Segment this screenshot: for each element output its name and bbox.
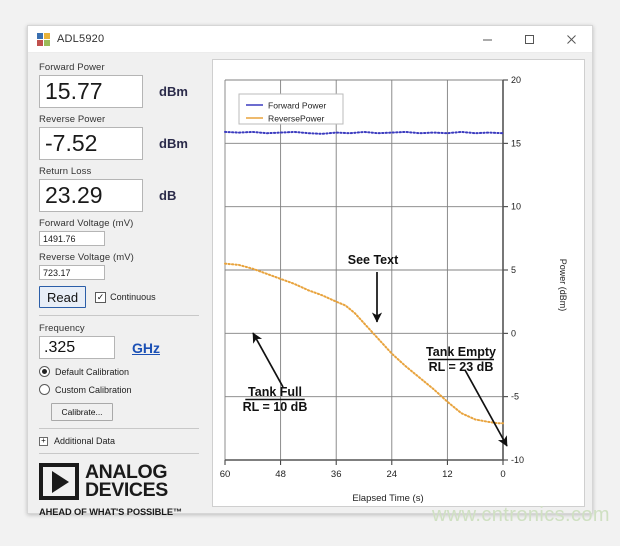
chart-area: -10 -5 0 5 10 15 20 60 48 36 24 12 0 Tank Full RL = 1…	[208, 53, 592, 515]
continuous-label: Continuous	[110, 292, 156, 302]
forward-power-unit: dBm	[159, 84, 188, 99]
divider	[39, 428, 199, 429]
default-calibration-radio[interactable]: Default Calibration	[39, 366, 208, 377]
reverse-voltage-value: 723.17	[39, 265, 105, 280]
frequency-row: .325 GHz	[39, 336, 208, 359]
svg-text:36: 36	[331, 469, 342, 480]
logo-wordmark: ANALOG DEVICES	[85, 462, 168, 501]
chart-panel: -10 -5 0 5 10 15 20 60 48 36 24 12 0 Tank Full RL = 1…	[212, 59, 585, 507]
custom-calibration-label: Custom Calibration	[55, 384, 132, 395]
site-watermark: www.cntronics.com	[432, 504, 610, 526]
annotation-tank-empty-line2: RL = 23 dB	[429, 360, 494, 374]
calibrate-button[interactable]: Calibrate...	[51, 403, 113, 421]
legend-label-1: ReversePower	[268, 113, 324, 123]
read-row: Read ✓ Continuous	[39, 286, 208, 308]
reverse-power-value: -7.52	[39, 127, 143, 160]
divider	[39, 315, 199, 316]
y-axis-label: Power (dBm)	[558, 259, 568, 312]
chart-annotations: Tank FullRL = 10 dB See Text Tank EmptyRL …	[243, 253, 508, 447]
forward-power-value: 15.77	[39, 75, 143, 108]
svg-text:15: 15	[511, 138, 521, 148]
logo-tagline: AHEAD OF WHAT'S POSSIBLE™	[39, 507, 183, 517]
chart-legend: Forward Power ReversePower	[238, 93, 344, 125]
svg-text:0: 0	[500, 469, 505, 480]
svg-text:-10: -10	[511, 455, 524, 465]
return-loss-row: 23.29 dB	[39, 179, 208, 212]
logo-line-2: DEVICES	[85, 478, 168, 501]
title-bar: ADL5920	[28, 26, 592, 53]
svg-text:-5: -5	[511, 392, 519, 402]
analog-devices-logo: ANALOG DEVICES	[39, 462, 208, 501]
annotation-see-text-line1: See Text	[348, 253, 399, 267]
default-calibration-label: Default Calibration	[55, 366, 130, 377]
annotation-tank-full-line2: RL = 10 dB	[243, 400, 308, 414]
reverse-power-row: -7.52 dBm	[39, 127, 208, 160]
checkmark-icon: ✓	[95, 291, 107, 303]
play-triangle-icon	[39, 463, 79, 500]
radio-selected-icon	[39, 366, 50, 377]
continuous-checkbox[interactable]: ✓ Continuous	[95, 291, 156, 303]
x-axis-label: Elapsed Time (s)	[352, 493, 423, 504]
svg-text:20: 20	[511, 75, 521, 85]
ghz-unit-link[interactable]: GHz	[132, 340, 160, 356]
annotation-tank-full-line1: Tank Full	[248, 385, 302, 399]
window-content: Forward Power 15.77 dBm Reverse Power -7…	[28, 53, 592, 517]
reverse-power-unit: dBm	[159, 136, 188, 151]
legend-label-0: Forward Power	[268, 100, 326, 110]
return-loss-value: 23.29	[39, 179, 143, 212]
reverse-power-label: Reverse Power	[39, 114, 106, 125]
read-button[interactable]: Read	[39, 286, 87, 308]
application-window: ADL5920 Forward Power 15.77 dBm Reverse …	[27, 25, 593, 517]
plus-expander-icon: +	[39, 436, 48, 446]
frequency-label: Frequency	[39, 323, 85, 334]
power-vs-time-chart: -10 -5 0 5 10 15 20 60 48 36 24 12 0 Tank FullRL = 1…	[220, 75, 568, 504]
svg-text:5: 5	[511, 265, 516, 275]
svg-text:12: 12	[442, 469, 453, 480]
forward-voltage-value: 1491.76	[39, 231, 105, 246]
forward-power-row: 15.77 dBm	[39, 75, 208, 108]
maximize-button[interactable]	[508, 26, 550, 52]
additional-data-label: Additional Data	[54, 436, 116, 446]
forward-power-label: Forward Power	[39, 62, 105, 73]
frequency-input[interactable]: .325	[39, 336, 115, 359]
app-squares-icon	[37, 32, 50, 46]
window-title: ADL5920	[57, 33, 105, 45]
radio-empty-icon	[39, 384, 50, 395]
custom-calibration-radio[interactable]: Custom Calibration	[39, 384, 208, 395]
svg-text:60: 60	[220, 469, 231, 480]
chart-series	[224, 130, 504, 425]
annotation-tank-empty-line1: Tank Empty	[426, 345, 496, 359]
minimize-button[interactable]	[466, 26, 508, 52]
forward-voltage-label: Forward Voltage (mV)	[39, 218, 134, 229]
return-loss-label: Return Loss	[39, 166, 92, 177]
svg-text:48: 48	[275, 469, 286, 480]
additional-data-expander[interactable]: + Additional Data	[39, 436, 208, 446]
control-panel: Forward Power 15.77 dBm Reverse Power -7…	[28, 53, 208, 517]
divider	[39, 453, 199, 454]
close-button[interactable]	[550, 26, 592, 52]
svg-text:24: 24	[387, 469, 398, 480]
return-loss-unit: dB	[159, 188, 177, 203]
svg-text:0: 0	[511, 328, 516, 338]
reverse-voltage-label: Reverse Voltage (mV)	[39, 252, 134, 263]
svg-text:10: 10	[511, 202, 521, 212]
